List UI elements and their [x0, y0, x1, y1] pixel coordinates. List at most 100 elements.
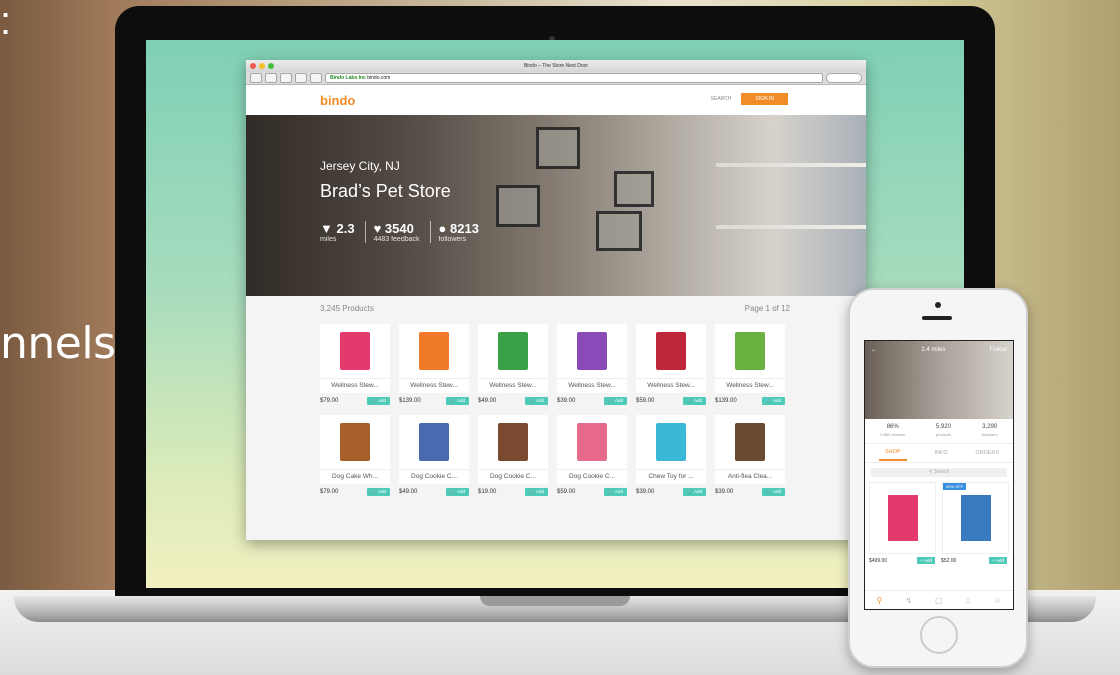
- phone-product-card[interactable]: 50% OFF: [942, 482, 1009, 554]
- product-card[interactable]: Chew Toy for ... $39.00 🛒 Add: [636, 415, 706, 496]
- person-icon: ●: [438, 221, 447, 236]
- share-button[interactable]: [295, 73, 307, 83]
- add-to-cart-button[interactable]: 🛒 Add: [446, 488, 469, 496]
- maximize-window-button[interactable]: [268, 63, 274, 69]
- product-image[interactable]: [478, 324, 548, 378]
- phone-stat-products: 5,920 products: [935, 424, 952, 437]
- phone-speaker: [922, 316, 952, 320]
- location-icon: ▼: [320, 221, 333, 236]
- partial-heading-punct: :: [0, 0, 12, 43]
- product-image[interactable]: [320, 324, 390, 378]
- add-tab-button[interactable]: [310, 73, 322, 83]
- back-button[interactable]: [250, 73, 262, 83]
- partial-heading: nnels.: [0, 318, 129, 369]
- orders-icon[interactable]: ▢: [935, 596, 943, 605]
- add-to-cart-button[interactable]: 🛒 Add: [446, 397, 469, 405]
- phone-bottom-nav: ⚲ ↯ ▢ ⌂ ☺: [865, 590, 1013, 609]
- add-to-cart-button[interactable]: 🛒 Add: [525, 488, 548, 496]
- add-to-cart-button[interactable]: 🛒 Add: [367, 397, 390, 405]
- search-icon[interactable]: ⚲: [876, 596, 882, 605]
- url-text: bindo.com: [367, 75, 391, 81]
- product-image[interactable]: [715, 415, 785, 469]
- home-button[interactable]: [280, 73, 292, 83]
- phone-search-input[interactable]: ⚲ Search: [871, 468, 1007, 477]
- forward-button[interactable]: [265, 73, 277, 83]
- product-grid: Wellness Stew... $79.00 🛒 Add Wellness Stew…: [320, 324, 800, 496]
- phone-product-grid: 50% OFF: [865, 482, 1013, 554]
- feed-icon[interactable]: ↯: [905, 596, 912, 605]
- product-image[interactable]: [557, 415, 627, 469]
- product-price: $79.00: [320, 489, 339, 495]
- url-bar[interactable]: Bindo Labs Inc bindo.com: [325, 73, 823, 83]
- product-price: $39.00: [557, 398, 576, 404]
- minimize-window-button[interactable]: [259, 63, 265, 69]
- product-card[interactable]: Wellness Stew... $139.00 🛒 Add: [715, 324, 785, 405]
- add-to-cart-button[interactable]: 🛒 Add: [683, 488, 706, 496]
- browser-title: Bindo – The Store Next Door: [523, 63, 589, 69]
- product-name: Wellness Stew...: [557, 378, 627, 393]
- tab-shop[interactable]: SHOP: [878, 445, 907, 461]
- product-price: $19.00: [478, 489, 497, 495]
- add-to-cart-button[interactable]: 🛒 Add: [762, 488, 785, 496]
- product-card[interactable]: Dog Cookie C... $19.00 🛒 Add: [478, 415, 548, 496]
- add-to-cart-button[interactable]: 🛒 Add: [604, 397, 627, 405]
- add-to-cart-button[interactable]: + Add: [917, 557, 935, 564]
- search-icon: ⚲: [928, 469, 933, 475]
- product-image[interactable]: [557, 324, 627, 378]
- product-image[interactable]: [636, 324, 706, 378]
- product-image[interactable]: [320, 415, 390, 469]
- browser-toolbar: Bindo Labs Inc bindo.com: [246, 72, 866, 85]
- product-card[interactable]: Wellness Stew... $59.00 🛒 Add: [636, 324, 706, 405]
- product-name: Wellness Stew...: [320, 378, 390, 393]
- product-name: Chew Toy for ...: [636, 469, 706, 484]
- phone-product-price: $499.00: [869, 557, 888, 564]
- cart-icon[interactable]: ⌂: [966, 596, 971, 605]
- product-price: $139.00: [399, 398, 421, 404]
- product-card[interactable]: Dog Cookie C... $59.00 🛒 Add: [557, 415, 627, 496]
- product-image[interactable]: [636, 415, 706, 469]
- back-arrow-icon[interactable]: ←: [871, 347, 877, 353]
- phone-home-button[interactable]: [920, 616, 958, 654]
- product-name: Wellness Stew...: [478, 378, 548, 393]
- browser-search-field[interactable]: [826, 73, 862, 83]
- product-price: $39.00: [715, 489, 734, 495]
- product-card[interactable]: Wellness Stew... $49.00 🛒 Add: [478, 324, 548, 405]
- search-link[interactable]: SEARCH: [711, 96, 732, 102]
- add-to-cart-button[interactable]: 🛒 Add: [683, 397, 706, 405]
- add-to-cart-button[interactable]: + Add: [989, 557, 1007, 564]
- tab-orders[interactable]: ORDERS: [976, 450, 1000, 456]
- phone-store-hero: ← 2.4 miles Follow: [865, 341, 1013, 419]
- bindo-logo[interactable]: bindo: [320, 93, 355, 108]
- product-price: $49.00: [478, 398, 497, 404]
- browser-window: Bindo – The Store Next Door Bindo Labs I…: [246, 60, 866, 540]
- close-window-button[interactable]: [250, 63, 256, 69]
- product-image[interactable]: [399, 324, 469, 378]
- tab-info[interactable]: INFO: [934, 450, 947, 456]
- product-name: Dog Cookie C...: [399, 469, 469, 484]
- product-section: 3,245 Products Page 1 of 12 Wellness Ste…: [246, 296, 866, 540]
- product-card[interactable]: Wellness Stew... $39.00 🛒 Add: [557, 324, 627, 405]
- add-to-cart-button[interactable]: 🛒 Add: [525, 397, 548, 405]
- phone-product-price: $52.00: [941, 557, 957, 564]
- stat-distance: ▼ 2.3 miles: [320, 221, 366, 243]
- product-card[interactable]: Wellness Stew... $139.00 🛒 Add: [399, 324, 469, 405]
- store-name: Brad’s Pet Store: [320, 181, 451, 201]
- browser-titlebar: Bindo – The Store Next Door: [246, 60, 866, 72]
- sign-in-button[interactable]: SIGN IN: [741, 93, 788, 105]
- follow-button[interactable]: Follow: [990, 347, 1007, 353]
- product-card[interactable]: Dog Cake Wh... $79.00 🛒 Add: [320, 415, 390, 496]
- product-card[interactable]: Anti-flea Clea... $39.00 🛒 Add: [715, 415, 785, 496]
- product-image[interactable]: [399, 415, 469, 469]
- url-certificate: Bindo Labs Inc: [330, 75, 366, 81]
- add-to-cart-button[interactable]: 🛒 Add: [762, 397, 785, 405]
- product-image[interactable]: [715, 324, 785, 378]
- add-to-cart-button[interactable]: 🛒 Add: [604, 488, 627, 496]
- profile-icon[interactable]: ☺: [993, 596, 1001, 605]
- product-image[interactable]: [478, 415, 548, 469]
- phone-product-card[interactable]: [869, 482, 936, 554]
- product-card[interactable]: Wellness Stew... $79.00 🛒 Add: [320, 324, 390, 405]
- phone-camera: [935, 302, 941, 308]
- product-card[interactable]: Dog Cookie C... $49.00 🛒 Add: [399, 415, 469, 496]
- add-to-cart-button[interactable]: 🛒 Add: [367, 488, 390, 496]
- smartphone: ← 2.4 miles Follow 86% 5,860 reviews 5,92…: [848, 288, 1028, 668]
